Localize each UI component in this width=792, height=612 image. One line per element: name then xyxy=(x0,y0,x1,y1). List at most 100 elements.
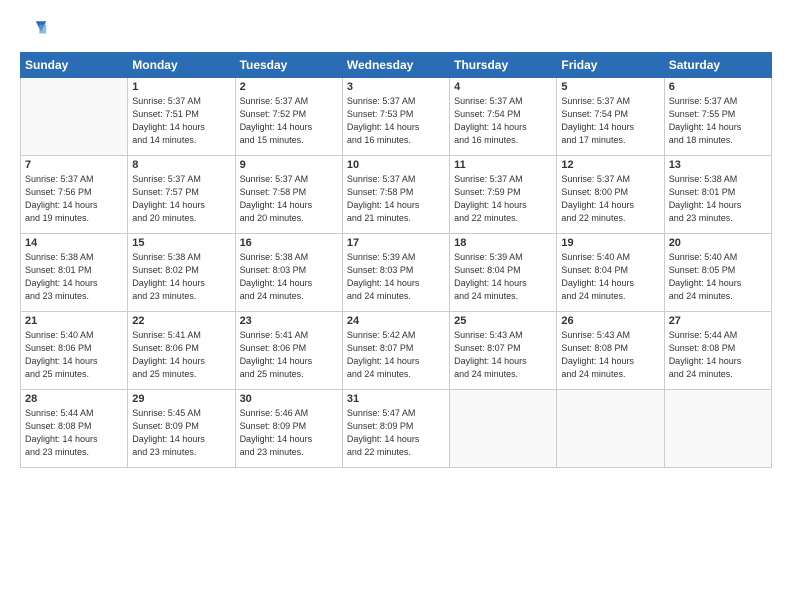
day-info: Sunrise: 5:37 AM Sunset: 7:58 PM Dayligh… xyxy=(240,173,338,225)
day-info: Sunrise: 5:39 AM Sunset: 8:04 PM Dayligh… xyxy=(454,251,552,303)
calendar-table: SundayMondayTuesdayWednesdayThursdayFrid… xyxy=(20,52,772,468)
day-number: 14 xyxy=(25,237,123,249)
day-number: 19 xyxy=(561,237,659,249)
calendar-cell: 16Sunrise: 5:38 AM Sunset: 8:03 PM Dayli… xyxy=(235,234,342,312)
weekday-header-wednesday: Wednesday xyxy=(342,53,449,78)
calendar-cell: 17 Sunrise: 5:39 AM Sunset: 8:03 PM Dayli… xyxy=(342,234,449,312)
calendar-cell: 3 Sunrise: 5:37 AM Sunset: 7:53 PM Daylig… xyxy=(342,78,449,156)
week-row-4: 21Sunrise: 5:40 AM Sunset: 8:06 PM Dayli… xyxy=(21,312,772,390)
calendar-cell xyxy=(21,78,128,156)
weekday-header-thursday: Thursday xyxy=(450,53,557,78)
weekday-header-tuesday: Tuesday xyxy=(235,53,342,78)
calendar-cell: 24 Sunrise: 5:42 AM Sunset: 8:07 PM Dayli… xyxy=(342,312,449,390)
calendar-cell xyxy=(664,390,771,468)
calendar-body: 1Sunrise: 5:37 AM Sunset: 7:51 PM Daylig… xyxy=(21,78,772,468)
week-row-2: 7 Sunrise: 5:37 AM Sunset: 7:56 PM Daylig… xyxy=(21,156,772,234)
day-info: Sunrise: 5:37 AM Sunset: 7:58 PM Dayligh… xyxy=(347,173,445,225)
calendar-cell: 18 Sunrise: 5:39 AM Sunset: 8:04 PM Dayli… xyxy=(450,234,557,312)
calendar-cell: 26 Sunrise: 5:43 AM Sunset: 8:08 PM Dayli… xyxy=(557,312,664,390)
day-info: Sunrise: 5:41 AM Sunset: 8:06 PM Dayligh… xyxy=(240,329,338,381)
day-info: Sunrise: 5:37 AM Sunset: 7:57 PM Dayligh… xyxy=(132,173,230,225)
day-info: Sunrise: 5:37 AM Sunset: 7:59 PM Dayligh… xyxy=(454,173,552,225)
day-info: Sunrise: 5:38 AM Sunset: 8:01 PM Dayligh… xyxy=(669,173,767,225)
calendar-cell: 19 Sunrise: 5:40 AM Sunset: 8:04 PM Dayli… xyxy=(557,234,664,312)
calendar-cell: 22 Sunrise: 5:41 AM Sunset: 8:06 PM Dayli… xyxy=(128,312,235,390)
day-number: 18 xyxy=(454,237,552,249)
day-info: Sunrise: 5:41 AM Sunset: 8:06 PM Dayligh… xyxy=(132,329,230,381)
day-number: 26 xyxy=(561,315,659,327)
day-number: 3 xyxy=(347,81,445,93)
weekday-header-sunday: Sunday xyxy=(21,53,128,78)
day-info: Sunrise: 5:38 AM Sunset: 8:02 PM Dayligh… xyxy=(132,251,230,303)
calendar-cell: 28 Sunrise: 5:44 AM Sunset: 8:08 PM Dayli… xyxy=(21,390,128,468)
day-info: Sunrise: 5:44 AM Sunset: 8:08 PM Dayligh… xyxy=(25,407,123,459)
day-info: Sunrise: 5:37 AM Sunset: 8:00 PM Dayligh… xyxy=(561,173,659,225)
day-number: 22 xyxy=(132,315,230,327)
day-info: Sunrise: 5:40 AM Sunset: 8:04 PM Dayligh… xyxy=(561,251,659,303)
day-info: Sunrise: 5:44 AM Sunset: 8:08 PM Dayligh… xyxy=(669,329,767,381)
weekday-header-saturday: Saturday xyxy=(664,53,771,78)
week-row-5: 28 Sunrise: 5:44 AM Sunset: 8:08 PM Dayli… xyxy=(21,390,772,468)
day-info: Sunrise: 5:38 AM Sunset: 8:01 PM Dayligh… xyxy=(25,251,123,303)
day-info: Sunrise: 5:47 AM Sunset: 8:09 PM Dayligh… xyxy=(347,407,445,459)
day-info: Sunrise: 5:37 AM Sunset: 7:54 PM Dayligh… xyxy=(454,95,552,147)
calendar-cell: 31 Sunrise: 5:47 AM Sunset: 8:09 PM Dayli… xyxy=(342,390,449,468)
day-number: 24 xyxy=(347,315,445,327)
header xyxy=(20,16,772,44)
calendar-cell: 10 Sunrise: 5:37 AM Sunset: 7:58 PM Dayli… xyxy=(342,156,449,234)
day-number: 30 xyxy=(240,393,338,405)
day-info: Sunrise: 5:37 AM Sunset: 7:56 PM Dayligh… xyxy=(25,173,123,225)
day-number: 13 xyxy=(669,159,767,171)
day-number: 7 xyxy=(25,159,123,171)
calendar-cell: 20Sunrise: 5:40 AM Sunset: 8:05 PM Dayli… xyxy=(664,234,771,312)
page: SundayMondayTuesdayWednesdayThursdayFrid… xyxy=(0,0,792,612)
day-info: Sunrise: 5:43 AM Sunset: 8:08 PM Dayligh… xyxy=(561,329,659,381)
calendar-header: SundayMondayTuesdayWednesdayThursdayFrid… xyxy=(21,53,772,78)
calendar-cell: 9 Sunrise: 5:37 AM Sunset: 7:58 PM Daylig… xyxy=(235,156,342,234)
day-number: 12 xyxy=(561,159,659,171)
logo-icon xyxy=(20,16,48,44)
day-info: Sunrise: 5:37 AM Sunset: 7:51 PM Dayligh… xyxy=(132,95,230,147)
day-number: 8 xyxy=(132,159,230,171)
day-number: 21 xyxy=(25,315,123,327)
day-number: 2 xyxy=(240,81,338,93)
day-number: 17 xyxy=(347,237,445,249)
calendar-cell: 25 Sunrise: 5:43 AM Sunset: 8:07 PM Dayli… xyxy=(450,312,557,390)
day-info: Sunrise: 5:37 AM Sunset: 7:55 PM Dayligh… xyxy=(669,95,767,147)
day-number: 10 xyxy=(347,159,445,171)
day-number: 31 xyxy=(347,393,445,405)
day-info: Sunrise: 5:39 AM Sunset: 8:03 PM Dayligh… xyxy=(347,251,445,303)
day-number: 6 xyxy=(669,81,767,93)
day-number: 28 xyxy=(25,393,123,405)
day-info: Sunrise: 5:37 AM Sunset: 7:52 PM Dayligh… xyxy=(240,95,338,147)
day-number: 15 xyxy=(132,237,230,249)
day-info: Sunrise: 5:43 AM Sunset: 8:07 PM Dayligh… xyxy=(454,329,552,381)
calendar-cell: 30Sunrise: 5:46 AM Sunset: 8:09 PM Dayli… xyxy=(235,390,342,468)
calendar-cell: 7 Sunrise: 5:37 AM Sunset: 7:56 PM Daylig… xyxy=(21,156,128,234)
calendar-cell: 27 Sunrise: 5:44 AM Sunset: 8:08 PM Dayli… xyxy=(664,312,771,390)
logo xyxy=(20,16,52,44)
calendar-cell xyxy=(450,390,557,468)
calendar-cell xyxy=(557,390,664,468)
calendar-cell: 1Sunrise: 5:37 AM Sunset: 7:51 PM Daylig… xyxy=(128,78,235,156)
day-number: 25 xyxy=(454,315,552,327)
calendar-cell: 8 Sunrise: 5:37 AM Sunset: 7:57 PM Daylig… xyxy=(128,156,235,234)
calendar-cell: 11 Sunrise: 5:37 AM Sunset: 7:59 PM Dayli… xyxy=(450,156,557,234)
calendar-cell: 12 Sunrise: 5:37 AM Sunset: 8:00 PM Dayli… xyxy=(557,156,664,234)
calendar-cell: 15 Sunrise: 5:38 AM Sunset: 8:02 PM Dayli… xyxy=(128,234,235,312)
day-number: 20 xyxy=(669,237,767,249)
day-number: 11 xyxy=(454,159,552,171)
day-info: Sunrise: 5:37 AM Sunset: 7:53 PM Dayligh… xyxy=(347,95,445,147)
calendar-cell: 4 Sunrise: 5:37 AM Sunset: 7:54 PM Daylig… xyxy=(450,78,557,156)
day-number: 27 xyxy=(669,315,767,327)
day-number: 23 xyxy=(240,315,338,327)
week-row-1: 1Sunrise: 5:37 AM Sunset: 7:51 PM Daylig… xyxy=(21,78,772,156)
day-number: 16 xyxy=(240,237,338,249)
calendar-cell: 2 Sunrise: 5:37 AM Sunset: 7:52 PM Daylig… xyxy=(235,78,342,156)
day-number: 4 xyxy=(454,81,552,93)
calendar-cell: 23 Sunrise: 5:41 AM Sunset: 8:06 PM Dayli… xyxy=(235,312,342,390)
calendar-cell: 21Sunrise: 5:40 AM Sunset: 8:06 PM Dayli… xyxy=(21,312,128,390)
day-number: 9 xyxy=(240,159,338,171)
day-info: Sunrise: 5:37 AM Sunset: 7:54 PM Dayligh… xyxy=(561,95,659,147)
day-info: Sunrise: 5:42 AM Sunset: 8:07 PM Dayligh… xyxy=(347,329,445,381)
